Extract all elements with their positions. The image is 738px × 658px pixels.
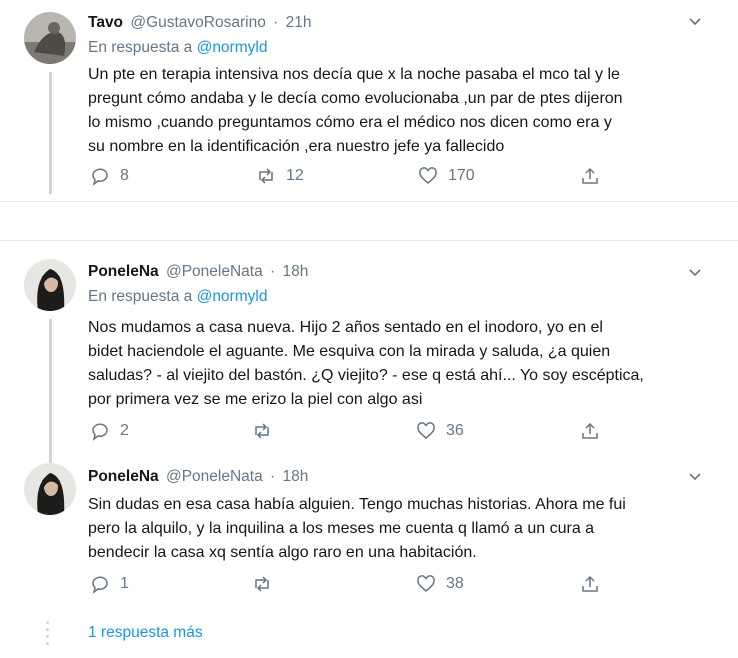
tweet-text-line: pero la alquilo, y la inquilina a los me… [88, 520, 595, 537]
reply-context: En respuesta a @normyld [88, 39, 267, 57]
tweet-header: Tavo @GustavoRosarino · 21h [88, 14, 312, 31]
like-count: 38 [446, 575, 464, 592]
thread-dots [46, 621, 49, 649]
tweet-text-line: saludas? - al viejito del bastón. ¿Q vie… [88, 367, 644, 384]
tweet-text-line: por primera vez se me erizo la piel con … [88, 391, 423, 408]
tweet-header: PoneleNa @PoneleNata · 18h [88, 468, 309, 485]
reply-icon [92, 576, 108, 594]
handle[interactable]: @GustavoRosarino [130, 14, 266, 31]
reply-to-link[interactable]: @normyld [197, 39, 268, 56]
display-name[interactable]: PoneleNa [88, 468, 159, 485]
chevron-down-icon[interactable] [688, 469, 702, 483]
tweet-text-line: Un pte en terapia intensiva nos decía qu… [88, 66, 620, 83]
retweet-icon [255, 423, 269, 439]
thread-line [49, 319, 52, 467]
reply-button[interactable]: 2 [90, 419, 129, 443]
reply-button[interactable]: 8 [90, 164, 129, 188]
tweet-text-line: lo mismo ,cuando preguntamos cómo era el… [88, 114, 612, 131]
tweet[interactable]: PoneleNa @PoneleNata · 18h Sin dudas en … [0, 457, 738, 607]
retweet-button[interactable] [252, 572, 282, 596]
tweet-text-line: bendecir la casa xq sentía algo raro en … [88, 544, 477, 561]
tweet-card: Tavo @GustavoRosarino · 21h En respuesta… [0, 0, 738, 202]
like-button[interactable]: 36 [416, 419, 464, 443]
retweet-icon [255, 576, 269, 592]
tweet-actions: 2 36 [88, 419, 648, 443]
like-icon [417, 575, 435, 592]
like-button[interactable]: 170 [418, 164, 475, 188]
tweet-text-line: Nos mudamos a casa nueva. Hijo 2 años se… [88, 319, 603, 336]
like-icon [419, 167, 437, 184]
reply-button[interactable]: 1 [90, 572, 129, 596]
thread-line [49, 72, 52, 194]
timestamp[interactable]: 18h [283, 263, 309, 280]
chevron-down-icon[interactable] [688, 14, 702, 28]
reply-count: 2 [120, 422, 129, 439]
tweet-text-line: Sin dudas en esa casa había alguien. Ten… [88, 496, 626, 513]
reply-count: 1 [120, 575, 129, 592]
tweet-text-line: su nombre en la identificación ,era nues… [88, 138, 505, 155]
reply-context: En respuesta a @normyld [88, 288, 267, 306]
tweet-text: Sin dudas en esa casa había alguien. Ten… [88, 493, 708, 565]
chevron-down-icon[interactable] [688, 265, 702, 279]
share-button[interactable] [580, 572, 610, 596]
handle[interactable]: @PoneleNata [166, 468, 263, 485]
tweet-text: Un pte en terapia intensiva nos decía qu… [88, 63, 708, 159]
retweet-icon [259, 168, 273, 184]
timestamp[interactable]: 18h [283, 468, 309, 485]
like-button[interactable]: 38 [416, 572, 464, 596]
avatar[interactable] [24, 259, 76, 311]
retweet-count: 12 [286, 167, 304, 184]
share-button[interactable] [580, 419, 610, 443]
retweet-button[interactable]: 12 [256, 164, 304, 188]
retweet-button[interactable] [252, 419, 282, 443]
display-name[interactable]: Tavo [88, 14, 123, 31]
avatar[interactable] [24, 463, 76, 515]
tweet[interactable]: Tavo @GustavoRosarino · 21h En respuesta… [0, 0, 738, 202]
reply-icon [92, 423, 108, 441]
timestamp[interactable]: 21h [286, 14, 312, 31]
tweet-text-line: pregunt cómo andaba y le decía como evol… [88, 90, 623, 107]
tweet-header: PoneleNa @PoneleNata · 18h [88, 263, 309, 280]
like-count: 170 [448, 167, 475, 184]
thread-card: PoneleNa @PoneleNata · 18h En respuesta … [0, 240, 738, 658]
reply-to-link[interactable]: @normyld [197, 288, 268, 305]
tweet-actions: 8 12 170 [88, 164, 648, 188]
share-icon [582, 167, 598, 184]
reply-prefix: En respuesta a [88, 288, 193, 305]
like-icon [417, 422, 435, 439]
share-button[interactable] [580, 164, 610, 188]
avatar[interactable] [24, 12, 76, 64]
reply-count: 8 [120, 167, 129, 184]
show-more-replies-link[interactable]: 1 respuesta más [88, 624, 203, 642]
reply-icon [92, 168, 108, 186]
tweet-text: Nos mudamos a casa nueva. Hijo 2 años se… [88, 316, 708, 412]
like-count: 36 [446, 422, 464, 439]
handle[interactable]: @PoneleNata [166, 263, 263, 280]
display-name[interactable]: PoneleNa [88, 263, 159, 280]
tweet-actions: 1 38 [88, 572, 648, 596]
share-icon [582, 575, 598, 592]
share-icon [582, 422, 598, 439]
tweet[interactable]: PoneleNa @PoneleNata · 18h En respuesta … [0, 241, 738, 467]
reply-prefix: En respuesta a [88, 39, 193, 56]
tweet-text-line: bidet haciendole el aguante. Me esquiva … [88, 343, 611, 360]
